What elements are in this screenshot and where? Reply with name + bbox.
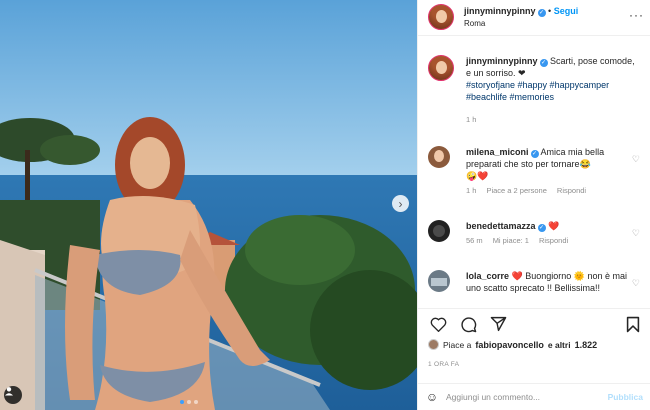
photo-illustration xyxy=(0,0,417,410)
carousel-dot xyxy=(180,400,184,404)
post-header: jinnyminnypinny ✓ • Segui Roma ··· xyxy=(418,0,650,36)
post-date: 1 ORA FA xyxy=(428,361,460,368)
comment-likes[interactable]: Piace a 2 persone xyxy=(486,186,546,195)
caption-time: 1 h xyxy=(466,115,477,124)
comments-scroll-area[interactable]: jinnyminnypinny ✓ Scarti, pose comode, e … xyxy=(418,37,650,307)
comment-input[interactable] xyxy=(446,392,601,402)
commenter-username[interactable]: lola_corre xyxy=(466,271,509,281)
author-username[interactable]: jinnyminnypinny xyxy=(464,6,536,16)
likes-count[interactable]: 1.822 xyxy=(575,340,598,350)
post-actions: Piace a fabiopavoncello e altri 1.822 1 … xyxy=(418,308,650,368)
like-comment-icon[interactable]: ♡ xyxy=(632,278,640,289)
post-photo[interactable]: › xyxy=(0,0,417,410)
publish-button[interactable]: Pubblica xyxy=(601,392,650,402)
user-icon xyxy=(5,387,13,396)
caption-username[interactable]: jinnyminnypinny xyxy=(466,56,538,66)
chevron-right-icon: › xyxy=(398,196,403,211)
liker-username[interactable]: fabiopavoncello xyxy=(475,340,544,350)
post-location[interactable]: Roma xyxy=(464,19,485,28)
commenter-avatar[interactable] xyxy=(428,270,450,292)
comment-text-line2: 🤪❤️ xyxy=(466,171,489,181)
comment-time: 1 h xyxy=(466,186,477,195)
comment-text: ❤️ xyxy=(548,221,560,231)
commenter-username[interactable]: milena_miconi xyxy=(466,147,529,157)
verified-badge-icon: ✓ xyxy=(539,59,548,67)
add-comment-bar: ☺ Pubblica xyxy=(418,383,650,410)
caption-hashtags[interactable]: #storyofjane #happy #happycamper #beachl… xyxy=(466,80,609,102)
carousel-dot xyxy=(187,400,191,404)
commenter-avatar[interactable] xyxy=(428,220,450,242)
like-heart-icon[interactable] xyxy=(428,314,448,334)
bookmark-icon[interactable] xyxy=(623,314,643,334)
commenter-avatar[interactable] xyxy=(428,146,450,168)
liker-avatar[interactable] xyxy=(428,339,439,350)
caption-avatar[interactable] xyxy=(428,55,454,81)
reply-button[interactable]: Rispondi xyxy=(539,236,568,245)
like-comment-icon[interactable]: ♡ xyxy=(632,228,640,239)
comment-bubble-icon[interactable] xyxy=(458,314,478,334)
verified-badge-icon: ✓ xyxy=(530,150,539,158)
post-details-panel: jinnyminnypinny ✓ • Segui Roma ··· jinnym… xyxy=(417,0,650,410)
follow-button[interactable]: Segui xyxy=(554,6,579,16)
comment-likes[interactable]: Mi piace: 1 xyxy=(493,236,529,245)
more-options-icon[interactable]: ··· xyxy=(629,8,644,22)
like-comment-icon[interactable]: ♡ xyxy=(632,154,640,165)
verified-badge-icon: ✓ xyxy=(537,224,546,232)
next-photo-button[interactable]: › xyxy=(392,195,409,212)
comment-time: 56 m xyxy=(466,236,483,245)
likes-summary: Piace a fabiopavoncello e altri 1.822 xyxy=(428,339,597,350)
tagged-users-button[interactable] xyxy=(4,386,22,404)
reply-button[interactable]: Rispondi xyxy=(557,186,586,195)
commenter-username[interactable]: benedettamazza xyxy=(466,221,536,231)
carousel-dot xyxy=(194,400,198,404)
carousel-indicator xyxy=(180,400,198,404)
share-paper-plane-icon[interactable] xyxy=(488,314,508,334)
emoji-icon[interactable]: ☺ xyxy=(418,390,446,404)
author-avatar[interactable] xyxy=(428,4,454,30)
verified-badge-icon: ✓ xyxy=(537,9,546,17)
